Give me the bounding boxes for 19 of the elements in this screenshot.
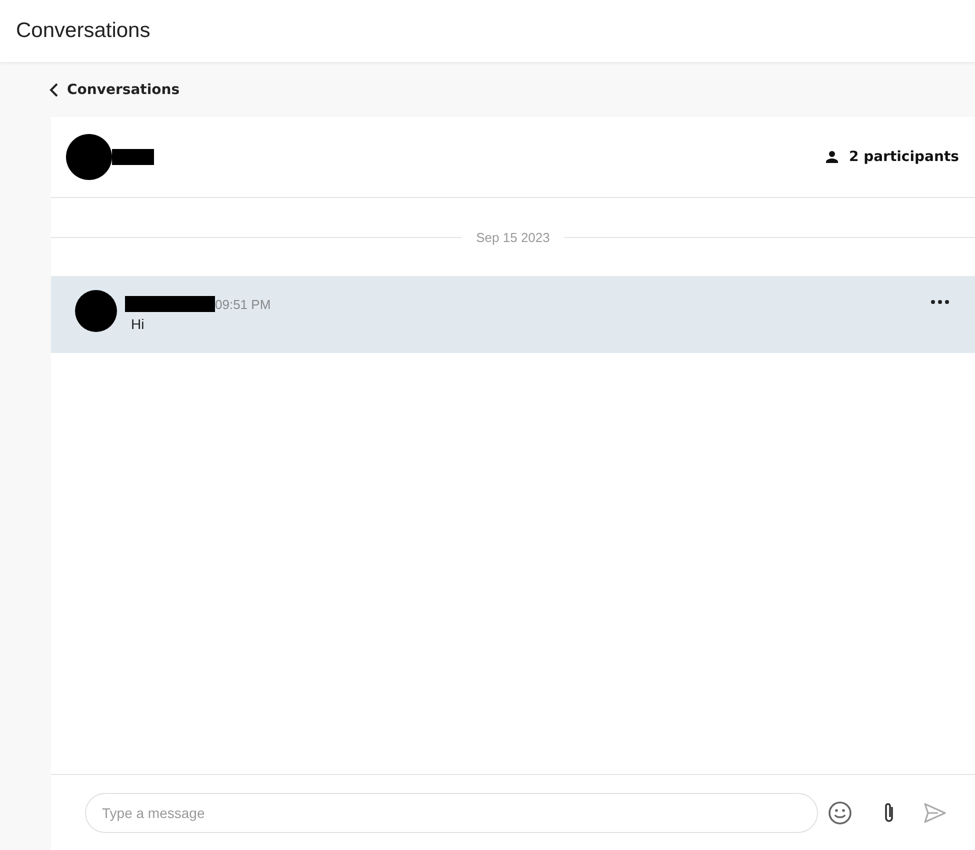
send-icon (924, 802, 946, 822)
emoji-icon (828, 800, 852, 824)
avatar (66, 134, 112, 180)
page-title: Conversations (16, 19, 150, 43)
avatar (75, 290, 117, 332)
message-input[interactable]: Type a message (85, 792, 818, 832)
paperclip-icon (882, 800, 896, 824)
participants-count: 2 participants (848, 149, 959, 165)
message-row[interactable]: 09:51 PM Hi (51, 276, 975, 353)
back-link[interactable]: Conversations (49, 62, 975, 117)
message-text: Hi (131, 316, 146, 332)
date-divider: Sep 15 2023 (476, 230, 550, 244)
more-button[interactable] (929, 298, 951, 306)
redaction-bar (112, 149, 154, 165)
message-time: 09:51 PM (215, 296, 271, 312)
chevron-left-icon (49, 82, 59, 98)
emoji-button[interactable] (828, 800, 852, 824)
attach-button[interactable] (882, 800, 896, 824)
more-icon (931, 300, 949, 304)
